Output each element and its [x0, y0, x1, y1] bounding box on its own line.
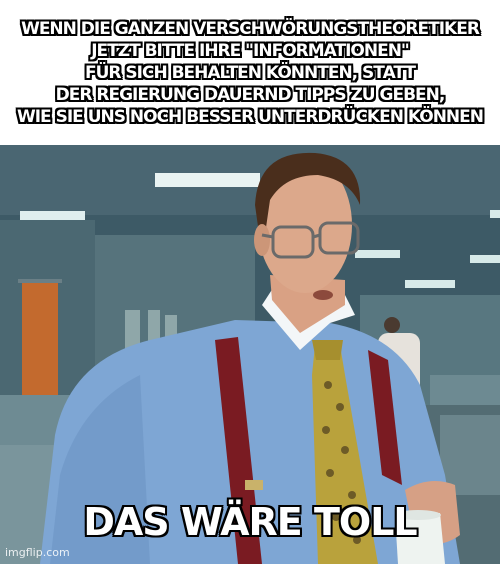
- door-frame: [18, 279, 62, 283]
- ceiling-light: [20, 211, 85, 221]
- ceiling-light: [470, 255, 500, 263]
- ceiling-light: [490, 210, 500, 218]
- top-caption-panel: WENN DIE GANZEN VERSCHWÖRUNGSTHEORETIKER…: [0, 0, 500, 145]
- man-ear: [254, 224, 270, 256]
- bottom-caption: DAS WÄRE TOLL: [83, 500, 417, 544]
- man-mouth: [313, 290, 333, 300]
- meme-image: WENN DIE GANZEN VERSCHWÖRUNGSTHEORETIKER…: [0, 0, 500, 564]
- imgflip-watermark: imgflip.com: [5, 546, 70, 559]
- tie-knot: [312, 340, 343, 360]
- orange-door: [22, 283, 58, 398]
- suspender-clip: [245, 480, 263, 490]
- background-person-head: [384, 317, 400, 333]
- ceiling-light: [155, 173, 260, 187]
- ceiling-light: [355, 250, 400, 258]
- top-caption: WENN DIE GANZEN VERSCHWÖRUNGSTHEORETIKER…: [16, 18, 484, 127]
- ceiling-light: [405, 280, 455, 288]
